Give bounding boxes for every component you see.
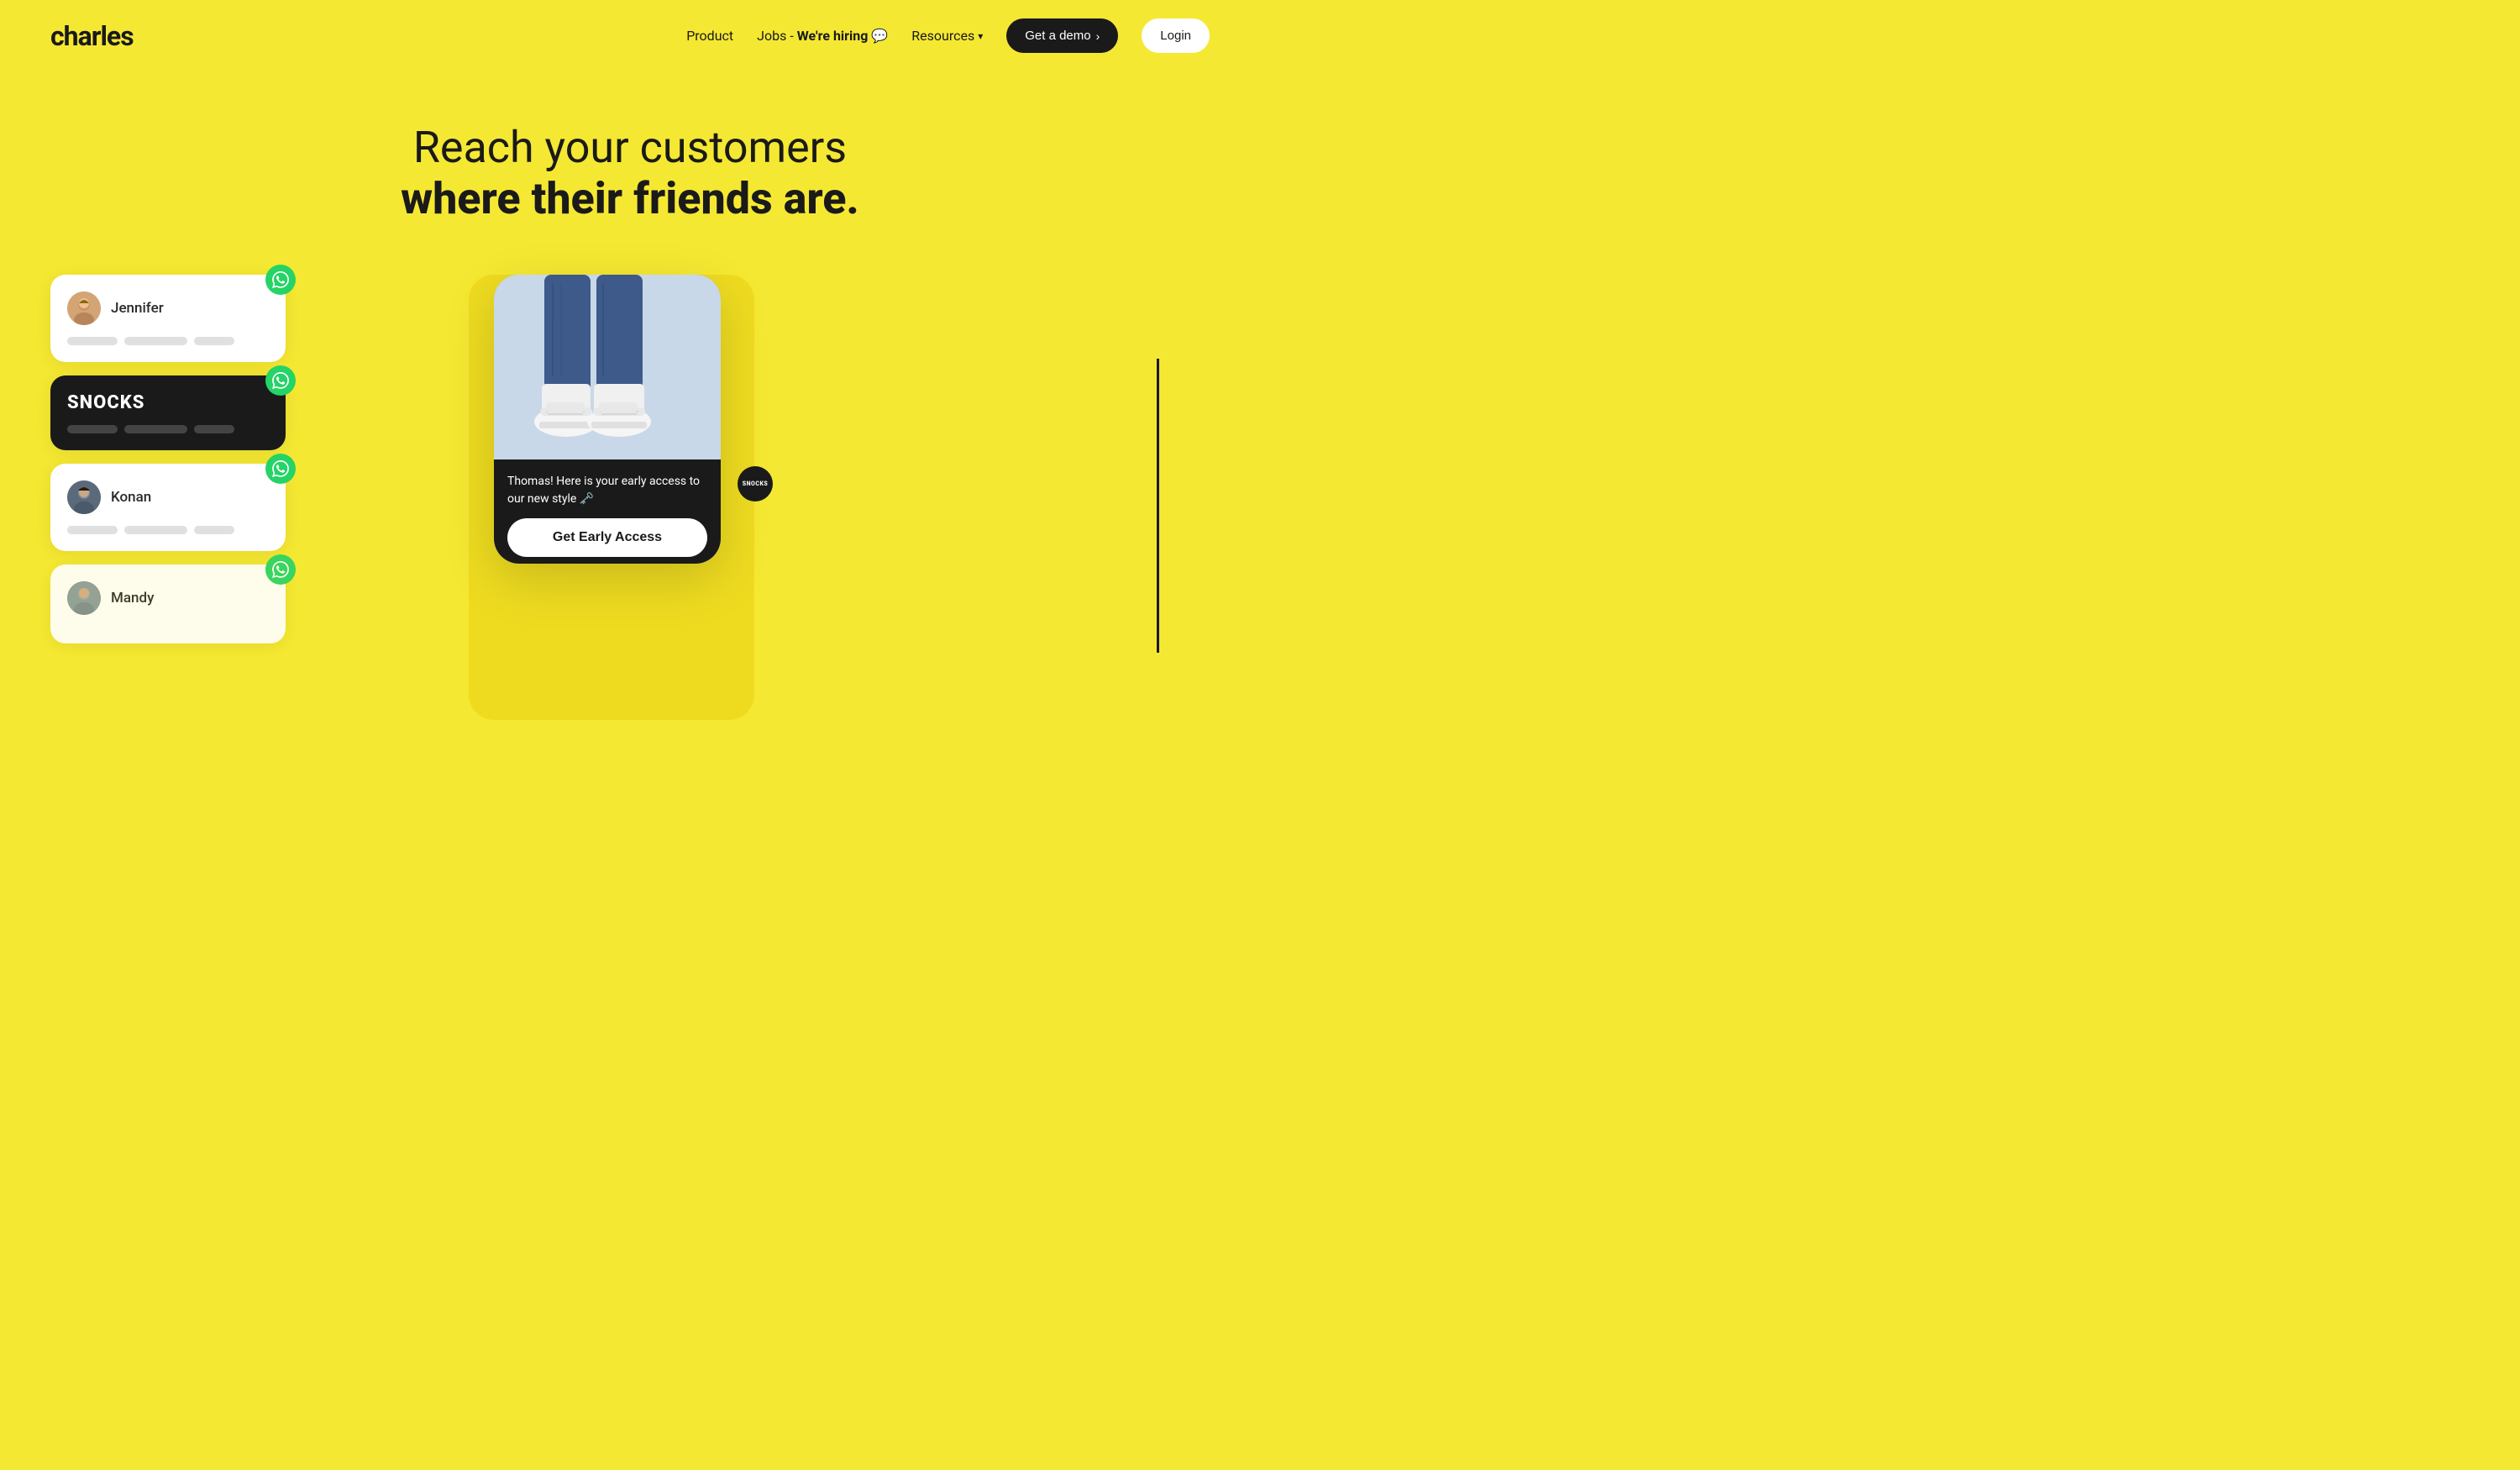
contact-list: Jennifer SNOCKS xyxy=(50,275,286,643)
contact-card-snocks: SNOCKS xyxy=(50,375,286,450)
get-early-access-button[interactable]: Get Early Access xyxy=(507,518,707,557)
jobs-label: Jobs xyxy=(757,28,786,44)
resources-label: Resources xyxy=(911,28,974,44)
hero-headline: Reach your customers where their friends… xyxy=(50,122,1210,224)
snocks-brand-badge: SNOCKS xyxy=(738,466,773,501)
phone-message-area: Thomas! Here is your early access to our… xyxy=(494,459,721,564)
hero-content: Jennifer SNOCKS xyxy=(50,275,1210,795)
whatsapp-icon-snocks xyxy=(265,365,296,396)
line-pill xyxy=(194,337,234,345)
chevron-down-icon: ▾ xyxy=(978,30,983,42)
get-demo-label: Get a demo xyxy=(1025,29,1090,43)
line-pill xyxy=(67,337,118,345)
phone-section: Thomas! Here is your early access to our… xyxy=(494,275,721,564)
navbar: charles Product Jobs - We're hiring 💬 Re… xyxy=(0,0,1260,71)
avatar-jennifer xyxy=(67,291,101,325)
brand-logo[interactable]: charles xyxy=(50,20,134,52)
jennifer-lines xyxy=(67,337,269,345)
line-pill xyxy=(194,425,234,433)
whatsapp-icon-mandy xyxy=(265,554,296,585)
contact-card-mandy: Mandy xyxy=(50,564,286,643)
line-pill xyxy=(67,526,118,534)
get-demo-button[interactable]: Get a demo › xyxy=(1006,18,1118,53)
headline-line1: Reach your customers xyxy=(50,122,1210,173)
avatar-mandy xyxy=(67,581,101,615)
snocks-lines xyxy=(67,425,269,433)
hero-section: Reach your customers where their friends… xyxy=(0,71,1260,795)
jennifer-name: Jennifer xyxy=(111,300,164,317)
login-button[interactable]: Login xyxy=(1142,18,1210,53)
line-pill xyxy=(124,425,187,433)
nav-links: Product Jobs - We're hiring 💬 Resources … xyxy=(686,18,1210,53)
nav-jobs[interactable]: Jobs - We're hiring 💬 xyxy=(757,28,888,44)
phone-image xyxy=(494,275,721,459)
avatar-konan xyxy=(67,480,101,514)
line-pill xyxy=(67,425,118,433)
contact-card-jennifer: Jennifer xyxy=(50,275,286,362)
phone-mockup: Thomas! Here is your early access to our… xyxy=(494,275,721,564)
line-pill xyxy=(194,526,234,534)
line-pill xyxy=(124,337,187,345)
nav-resources[interactable]: Resources ▾ xyxy=(911,28,983,44)
arrow-icon: › xyxy=(1096,29,1100,43)
line-pill xyxy=(124,526,187,534)
mandy-header: Mandy xyxy=(67,581,269,615)
konan-header: Konan xyxy=(67,480,269,514)
konan-lines xyxy=(67,526,269,534)
mandy-name: Mandy xyxy=(111,590,154,606)
jobs-emoji: 💬 xyxy=(871,28,888,44)
nav-product[interactable]: Product xyxy=(686,28,733,44)
snocks-header: SNOCKS xyxy=(67,392,269,413)
contact-card-konan: Konan xyxy=(50,464,286,551)
snocks-name: SNOCKS xyxy=(67,392,144,413)
headline-line2: where their friends are. xyxy=(50,173,1210,224)
whatsapp-icon-jennifer xyxy=(265,265,296,295)
jobs-hiring-label: We're hiring xyxy=(797,28,869,44)
phone-message-text: Thomas! Here is your early access to our… xyxy=(507,473,707,508)
vertical-divider xyxy=(1157,359,1159,653)
jennifer-header: Jennifer xyxy=(67,291,269,325)
konan-name: Konan xyxy=(111,489,151,506)
whatsapp-icon-konan xyxy=(265,454,296,484)
